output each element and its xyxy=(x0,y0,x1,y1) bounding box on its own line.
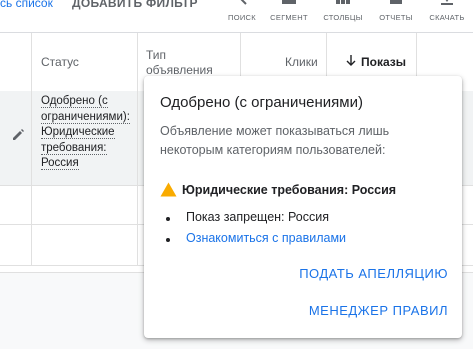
edit-pencil-icon[interactable] xyxy=(11,128,25,147)
column-divider xyxy=(137,33,138,91)
header-clicks[interactable]: Клики xyxy=(285,55,318,69)
toolbar: сь список ДОБАВИТЬ ФИЛЬТР ПОИСК СЕГМЕНТ … xyxy=(0,0,473,32)
policy-link[interactable]: Ознакомиться с правилами xyxy=(186,231,346,245)
sort-arrow-down-icon xyxy=(346,55,356,69)
view-list-link[interactable]: сь список xyxy=(0,0,53,10)
popup-title: Одобрено (с ограничениями) xyxy=(160,94,363,111)
column-divider xyxy=(137,186,138,224)
status-line: Россия xyxy=(41,157,79,170)
search-tool-label: ПОИСК xyxy=(228,13,256,22)
segment-tool-label: СЕГМЕНТ xyxy=(270,13,308,22)
status-line: Юридические xyxy=(41,126,115,139)
segment-tool-button[interactable]: СЕГМЕНТ xyxy=(267,0,311,30)
warning-text: Юридические требования: Россия xyxy=(182,183,397,197)
header-impressions-label: Показы xyxy=(361,55,406,69)
add-filter-button[interactable]: ДОБАВИТЬ ФИЛЬТР xyxy=(72,0,198,10)
reports-icon xyxy=(390,0,402,4)
status-cell[interactable]: Одобрено (с ограничениями): Юридические … xyxy=(41,94,141,172)
download-tool-label: СКАЧАТЬ xyxy=(429,13,465,22)
header-status[interactable]: Статус xyxy=(41,55,79,69)
popup-description: Объявление может показываться лишь некот… xyxy=(160,124,390,157)
warning-icon xyxy=(160,182,177,202)
list-item: Показ запрещен: Россия xyxy=(166,210,329,224)
header-impressions[interactable]: Показы xyxy=(346,55,406,69)
search-icon xyxy=(240,0,247,5)
segment-icon xyxy=(282,0,296,4)
status-line: Одобрено (с xyxy=(41,95,108,108)
reports-tool-button[interactable]: ОТЧЕТЫ xyxy=(374,0,418,30)
header-ad-type-line1: Тип xyxy=(146,48,167,62)
columns-icon xyxy=(336,0,350,4)
columns-tool-label: СТОЛБЦЫ xyxy=(323,13,363,22)
status-details-popup: Одобрено (с ограничениями) Объявление мо… xyxy=(144,76,462,338)
columns-tool-button[interactable]: СТОЛБЦЫ xyxy=(321,0,365,30)
reports-tool-label: ОТЧЕТЫ xyxy=(379,13,413,22)
column-divider xyxy=(31,91,32,185)
bullet-text: Показ запрещен: Россия xyxy=(186,210,329,224)
status-line: требования: xyxy=(41,141,107,155)
column-divider xyxy=(31,186,32,224)
column-divider xyxy=(31,33,32,91)
column-divider xyxy=(137,225,138,265)
appeal-button[interactable]: ПОДАТЬ АПЕЛЛЯЦИЮ xyxy=(299,266,448,281)
download-tool-button[interactable]: СКАЧАТЬ xyxy=(425,0,469,30)
header-ad-type[interactable]: Тип объявления xyxy=(146,48,213,78)
search-tool-button[interactable]: ПОИСК xyxy=(220,0,264,30)
list-item: Ознакомиться с правилами xyxy=(166,231,346,245)
column-divider xyxy=(31,225,32,265)
download-icon xyxy=(441,0,453,5)
status-line: ограничениями): xyxy=(41,110,130,124)
policy-manager-button[interactable]: МЕНЕДЖЕР ПРАВИЛ xyxy=(309,303,448,318)
